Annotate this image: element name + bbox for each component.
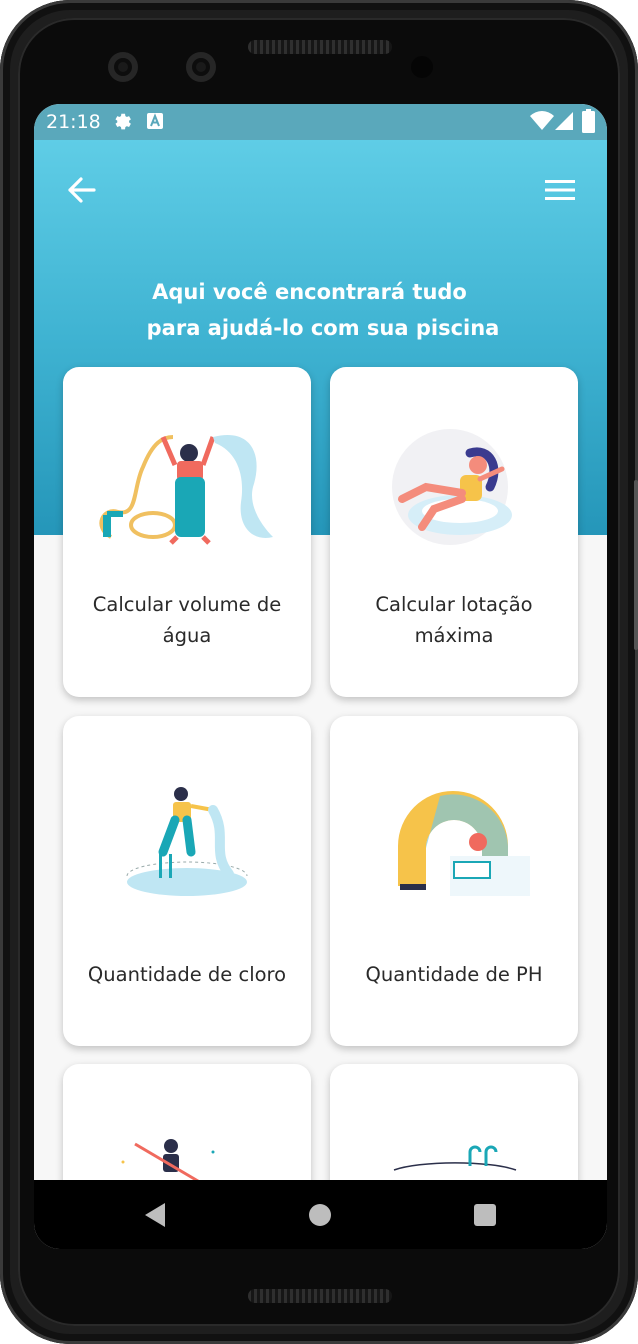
card-ph-amount[interactable]: Quantidade de PH [330,716,578,1046]
hose-worker-illustration [99,435,273,545]
battery-icon [582,109,595,138]
a-box-icon [146,112,164,135]
proximity-sensor [411,56,433,78]
pool-tile-worker-illustration [398,791,530,896]
nav-recents-button[interactable] [470,1200,500,1230]
status-time: 21:18 [46,111,101,133]
gear-icon [112,110,134,137]
card-label: Calcular volume de água [92,593,282,647]
app-screen: 21:18 Aqui você encontrará tudo para aju… [34,104,607,1249]
page-title: Aqui você encontrará tudo para ajudá-lo … [34,274,607,346]
menu-button[interactable] [536,166,584,214]
card-chlorine-amount[interactable]: Quantidade de cloro [63,716,311,1046]
hamburger-menu-icon [545,180,575,200]
woman-on-float-illustration [392,429,512,545]
recents-square-icon [474,1204,496,1226]
arrow-left-icon [68,177,96,203]
signal-icon [554,111,574,136]
card-label: Calcular lotação máxima [375,593,533,647]
earpiece-speaker [248,40,392,54]
front-camera-icon [108,52,138,82]
back-button[interactable] [57,166,105,214]
card-label: Quantidade de cloro [87,963,287,986]
system-nav-bar [34,1180,607,1249]
status-bar: 21:18 [34,104,607,140]
wifi-icon [530,111,554,136]
nav-back-button[interactable] [140,1200,170,1230]
side-button[interactable] [634,480,638,650]
card-calculate-capacity[interactable]: Calcular lotação máxima [330,367,578,697]
front-camera-icon [186,52,216,82]
back-triangle-icon [145,1203,165,1227]
card-calculate-volume[interactable]: Calcular volume de água [63,367,311,697]
title-line-1: Aqui você encontrará tudo [152,280,467,304]
home-circle-icon [309,1204,331,1226]
title-line-2: para ajudá-lo com sua piscina [146,316,500,340]
pool-cleaner-illustration [126,787,248,896]
card-label: Quantidade de PH [365,963,543,986]
phone-frame: 21:18 Aqui você encontrará tudo para aju… [0,0,638,1344]
nav-home-button[interactable] [305,1200,335,1230]
bottom-speaker [248,1289,392,1303]
